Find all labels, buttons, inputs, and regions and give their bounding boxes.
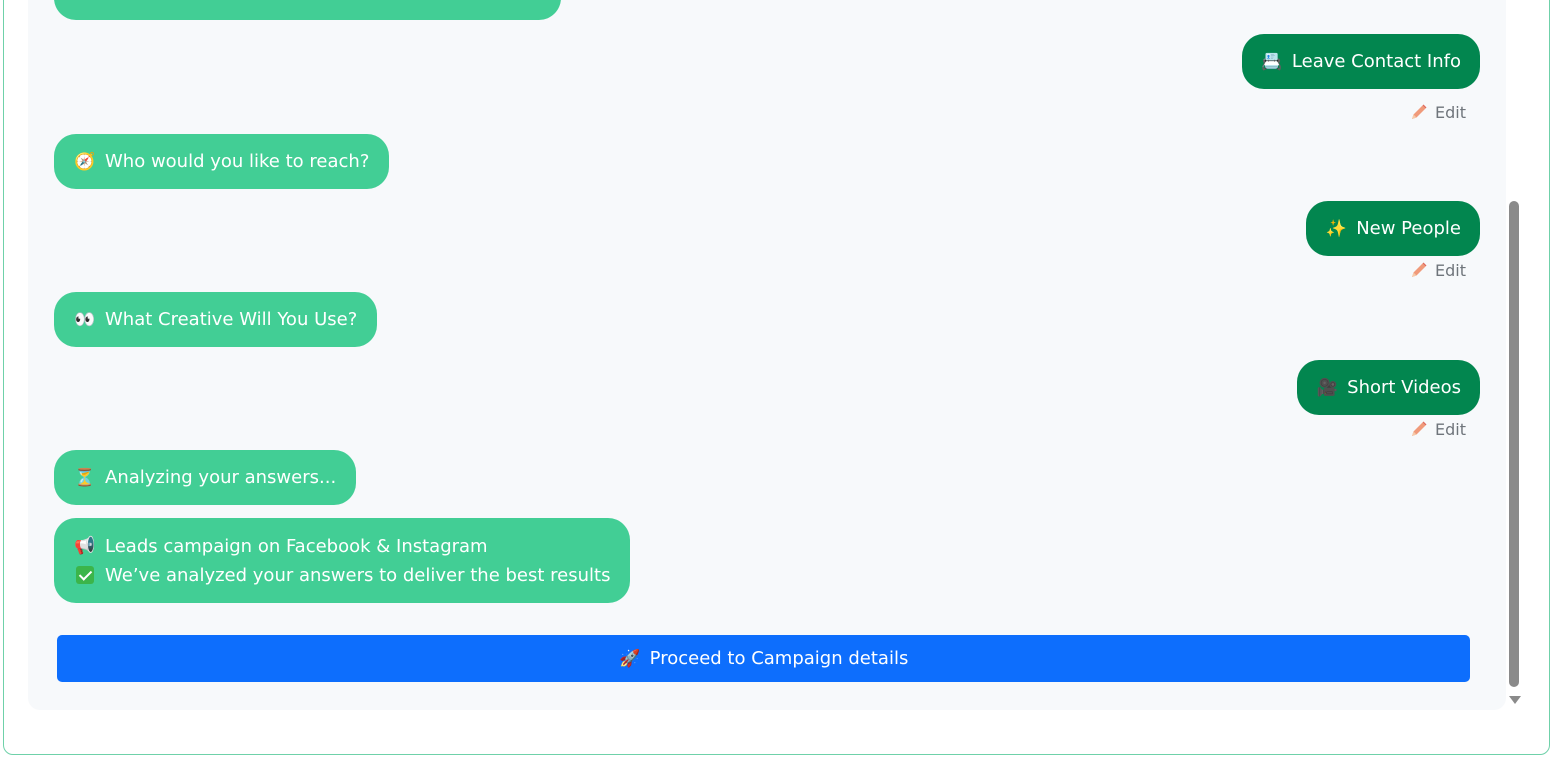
rocket-icon: 🚀	[619, 648, 641, 669]
user-reply-text: Leave Contact Info	[1291, 51, 1461, 72]
edit-label: Edit	[1435, 260, 1466, 280]
result-line-campaign: 📢 Leads campaign on Facebook & Instagram	[74, 536, 610, 557]
bot-message-text: Analyzing your answers...	[105, 467, 337, 488]
bot-message-text: What Creative Will You Use?	[105, 309, 358, 330]
bot-message-text: Who would you like to reach?	[105, 151, 370, 172]
edit-button[interactable]: Edit	[1409, 260, 1466, 280]
chat-panel	[28, 0, 1506, 710]
hourglass-icon: ⏳	[74, 467, 96, 488]
edit-button[interactable]: Edit	[1409, 419, 1466, 439]
scrollbar-thumb[interactable]	[1509, 201, 1519, 687]
proceed-button[interactable]: 🚀 Proceed to Campaign details	[57, 635, 1470, 682]
contact-card-icon: 📇	[1261, 51, 1283, 72]
user-reply-contact: 📇 Leave Contact Info	[1241, 34, 1480, 89]
bot-message-result: 📢 Leads campaign on Facebook & Instagram…	[54, 518, 631, 603]
bot-message-analyzing: ⏳ Analyzing your answers...	[54, 450, 357, 505]
megaphone-icon: 📢	[74, 536, 96, 556]
pencil-icon	[1412, 104, 1427, 119]
user-reply-text: Short Videos	[1347, 377, 1461, 398]
result-text: Leads campaign on Facebook & Instagram	[105, 535, 488, 557]
result-line-analyzed: We’ve analyzed your answers to deliver t…	[74, 565, 610, 586]
pencil-icon	[1412, 262, 1427, 277]
video-camera-icon: 🎥	[1316, 377, 1338, 398]
compass-icon: 🧭	[74, 151, 96, 172]
proceed-label: Proceed to Campaign details	[649, 648, 909, 669]
bot-message-cut	[54, 0, 561, 20]
check-mark-icon	[76, 566, 94, 584]
scroll-down-arrow-icon[interactable]	[1509, 696, 1521, 704]
result-text: We’ve analyzed your answers to deliver t…	[105, 564, 611, 586]
user-reply-text: New People	[1356, 218, 1461, 239]
user-reply-creative: 🎥 Short Videos	[1297, 360, 1480, 415]
edit-button[interactable]: Edit	[1409, 102, 1466, 122]
bot-message-reach: 🧭 Who would you like to reach?	[54, 134, 390, 189]
eyes-icon: 👀	[74, 309, 96, 330]
bot-message-creative: 👀 What Creative Will You Use?	[54, 292, 378, 347]
edit-label: Edit	[1435, 419, 1466, 439]
pencil-icon	[1412, 421, 1427, 436]
edit-label: Edit	[1435, 102, 1466, 122]
user-reply-reach: ✨ New People	[1306, 201, 1480, 256]
sparkles-icon: ✨	[1325, 218, 1347, 239]
